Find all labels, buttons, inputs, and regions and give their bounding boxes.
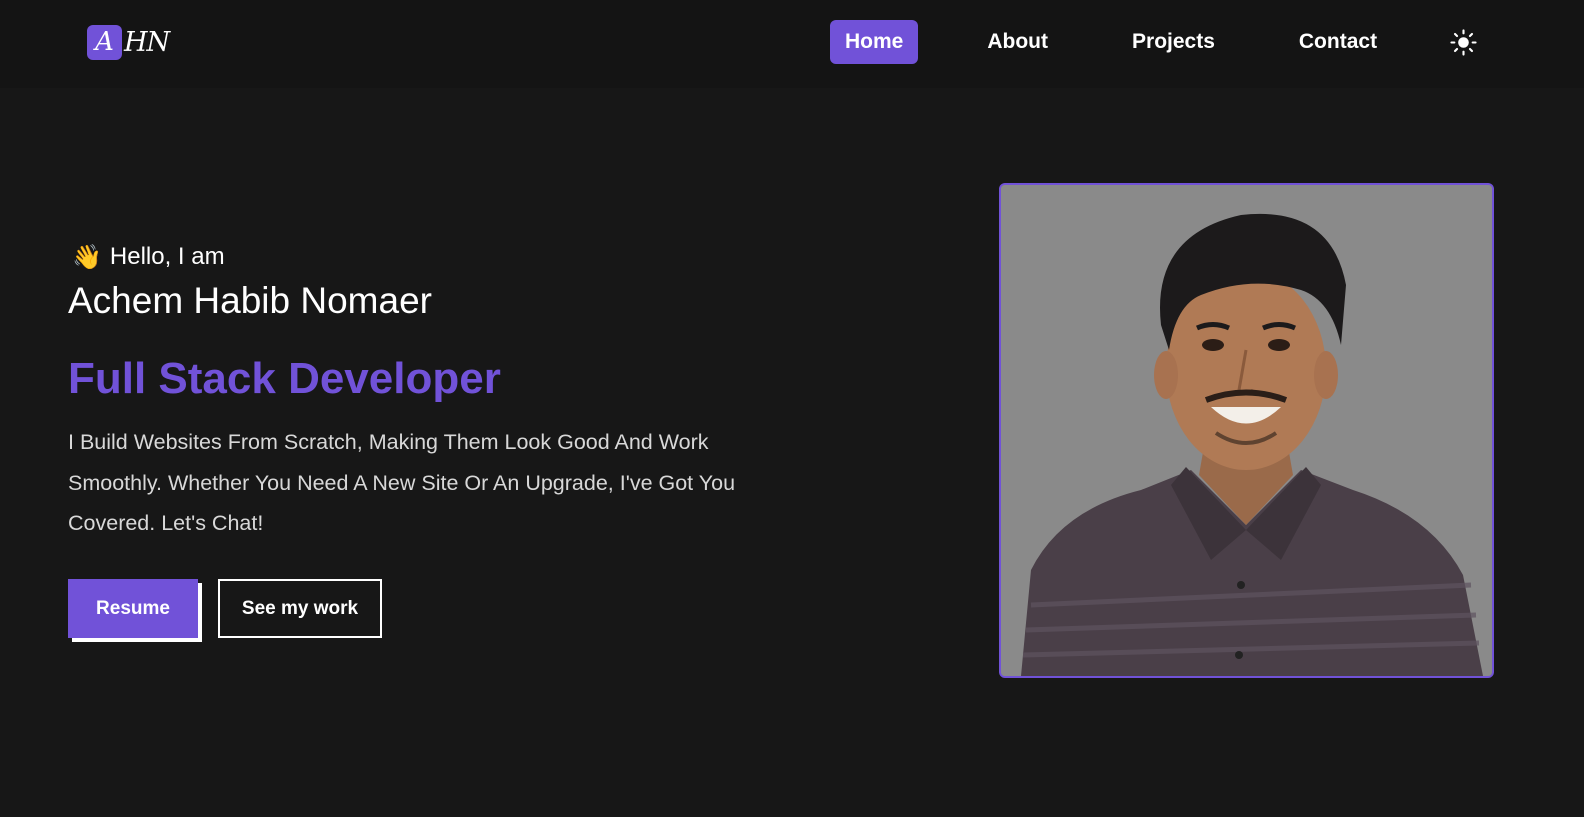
profile-photo bbox=[999, 183, 1494, 678]
hero-actions: Resume See my work bbox=[68, 579, 382, 638]
main-nav: Home About Projects Contact bbox=[830, 20, 1392, 64]
logo-text: HN bbox=[124, 26, 170, 58]
nav-home[interactable]: Home bbox=[830, 20, 919, 64]
navbar: A HN Home About Projects Contact bbox=[0, 0, 1584, 88]
theme-toggle-button[interactable] bbox=[1450, 29, 1477, 56]
greeting-text: Hello, I am bbox=[109, 243, 225, 270]
nav-projects[interactable]: Projects bbox=[1117, 20, 1230, 64]
nav-about[interactable]: About bbox=[972, 20, 1063, 64]
developer-role: Full Stack Developer bbox=[68, 354, 501, 403]
site-logo[interactable]: A HN bbox=[87, 24, 170, 60]
logo-initial-box: A bbox=[87, 24, 122, 60]
see-my-work-button[interactable]: See my work bbox=[218, 579, 382, 638]
profile-portrait-image bbox=[1001, 185, 1492, 676]
waving-hand-icon: 👋 bbox=[72, 243, 102, 271]
hero-description: I Build Websites From Scratch, Making Th… bbox=[68, 430, 736, 535]
resume-button[interactable]: Resume bbox=[68, 579, 198, 638]
sun-icon bbox=[1450, 29, 1477, 56]
nav-contact[interactable]: Contact bbox=[1284, 20, 1392, 64]
greeting: 👋 Hello, I am bbox=[72, 240, 788, 274]
developer-name: Achem Habib Nomaer bbox=[68, 280, 432, 321]
hero-intro: 👋 Hello, I am Achem Habib Nomaer Full St… bbox=[68, 240, 788, 544]
